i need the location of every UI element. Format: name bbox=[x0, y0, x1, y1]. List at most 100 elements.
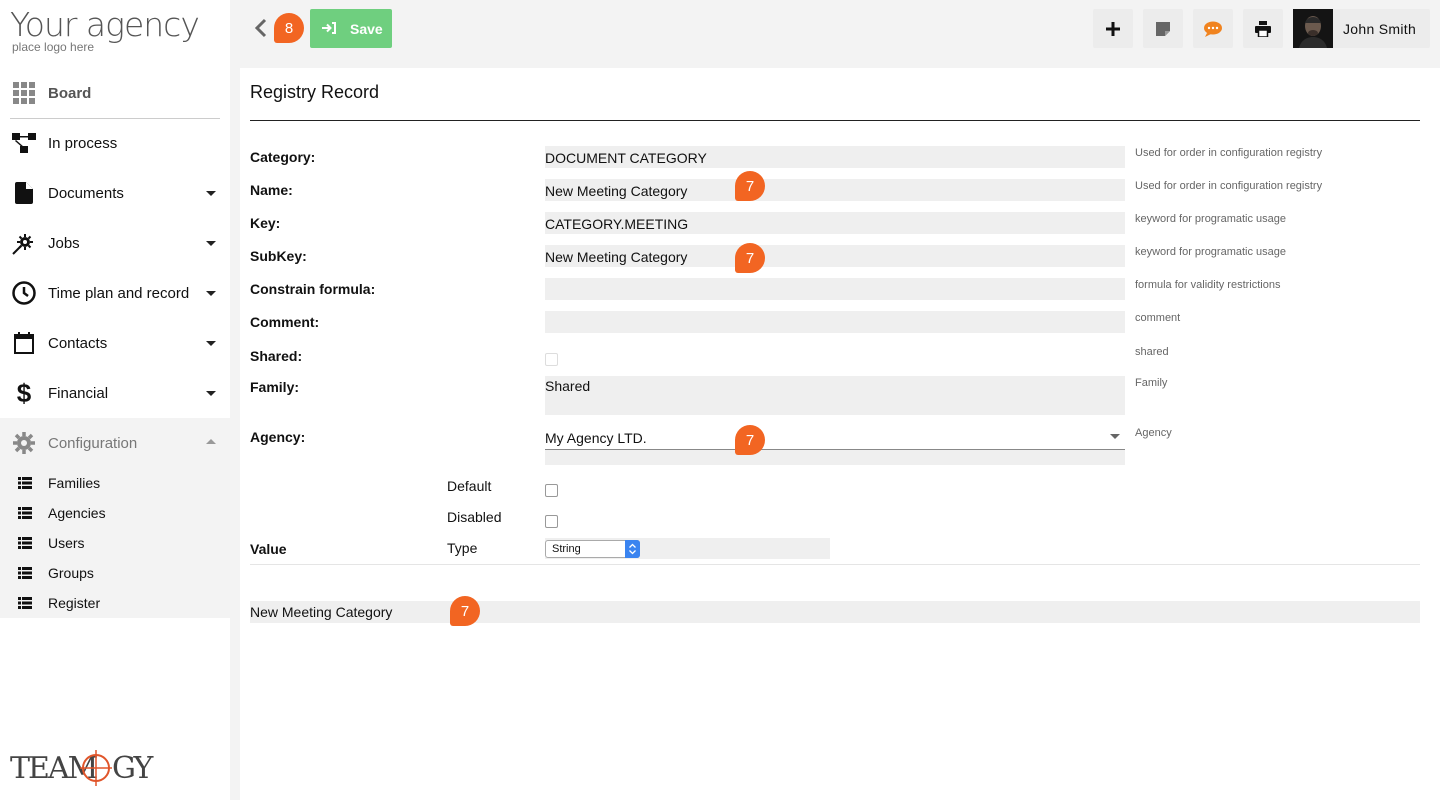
list-icon bbox=[18, 537, 32, 549]
save-label: Save bbox=[350, 20, 383, 37]
chevron-down-icon bbox=[206, 391, 216, 396]
agency-extra bbox=[545, 450, 1125, 465]
family-hint: Family bbox=[1135, 377, 1168, 389]
comment-hint: comment bbox=[1135, 312, 1181, 324]
list-icon bbox=[18, 567, 32, 579]
chevron-down-icon bbox=[1110, 434, 1120, 439]
list-icon bbox=[18, 597, 32, 609]
comment-field[interactable] bbox=[545, 311, 1125, 333]
nav-in-process-label: In process bbox=[48, 134, 118, 152]
nav-documents-label: Documents bbox=[48, 184, 124, 202]
chevron-down-icon bbox=[206, 241, 216, 246]
list-icon bbox=[18, 507, 32, 519]
shared-checkbox[interactable] bbox=[545, 353, 558, 366]
agency-label: Agency: bbox=[250, 429, 306, 445]
sign-in-icon bbox=[322, 21, 336, 37]
nav-jobs[interactable]: Jobs bbox=[0, 218, 230, 268]
nav-board-label: Board bbox=[48, 84, 92, 102]
subkey-hint: keyword for programatic usage bbox=[1135, 246, 1287, 258]
back-button[interactable] bbox=[254, 18, 268, 43]
type-select[interactable]: String bbox=[545, 540, 640, 558]
nav-documents[interactable]: Documents bbox=[0, 168, 230, 218]
sidebar-item-label: Groups bbox=[48, 565, 94, 581]
chat-icon bbox=[1204, 21, 1222, 37]
category-hint: Used for order in configuration registry bbox=[1135, 147, 1323, 159]
nav-divider bbox=[10, 118, 220, 119]
sidebar-item-users[interactable]: Users bbox=[0, 528, 230, 558]
nav-contacts[interactable]: Contacts bbox=[0, 318, 230, 368]
name-field[interactable]: New Meeting Category bbox=[545, 179, 1125, 201]
constrain-formula-field[interactable] bbox=[545, 278, 1125, 300]
sidebar-item-agencies[interactable]: Agencies bbox=[0, 498, 230, 528]
notification-badge: 8 bbox=[274, 13, 304, 43]
title-divider bbox=[250, 120, 1420, 121]
svg-text:GY: GY bbox=[112, 751, 154, 786]
agency-hint: Agency bbox=[1135, 427, 1172, 439]
disabled-checkbox[interactable] bbox=[545, 515, 558, 528]
user-menu[interactable]: John Smith bbox=[1293, 9, 1430, 48]
subkey-field[interactable]: New Meeting Category bbox=[545, 245, 1125, 267]
nav-contacts-label: Contacts bbox=[48, 334, 108, 352]
sidebar-item-families[interactable]: Families bbox=[0, 468, 230, 498]
sticky-note-icon bbox=[1156, 21, 1170, 36]
add-button[interactable] bbox=[1093, 9, 1133, 48]
annotation-badge: 7 bbox=[450, 596, 480, 626]
chevron-up-icon bbox=[206, 439, 216, 444]
family-field[interactable]: Shared bbox=[545, 376, 1125, 415]
sidebar-item-label: Register bbox=[48, 595, 101, 611]
key-field[interactable]: CATEGORY.MEETING bbox=[545, 212, 1125, 234]
comment-label: Comment: bbox=[250, 314, 320, 330]
dollar-icon: $ bbox=[16, 377, 32, 408]
plus-icon bbox=[1106, 21, 1120, 36]
disabled-label: Disabled bbox=[447, 509, 502, 525]
page-title: Registry Record bbox=[250, 82, 380, 102]
printer-icon bbox=[1255, 20, 1271, 37]
chat-button[interactable] bbox=[1193, 9, 1233, 48]
workflow-icon bbox=[12, 131, 36, 155]
category-label: Category: bbox=[250, 149, 316, 165]
name-label: Name: bbox=[250, 182, 293, 198]
shared-label: Shared: bbox=[250, 348, 303, 364]
sidebar-item-register[interactable]: Register bbox=[0, 588, 230, 618]
category-field[interactable]: DOCUMENT CATEGORY bbox=[545, 146, 1125, 168]
default-label: Default bbox=[447, 478, 492, 494]
nav-board[interactable]: Board bbox=[0, 68, 230, 118]
default-checkbox[interactable] bbox=[545, 484, 558, 497]
teamogy-logo: TEAM GY bbox=[10, 744, 160, 800]
constrain-formula-label: Constrain formula: bbox=[250, 281, 376, 297]
key-hint: keyword for programatic usage bbox=[1135, 213, 1287, 225]
nav-configuration[interactable]: Configuration bbox=[0, 418, 230, 468]
clock-icon bbox=[12, 281, 36, 305]
chevron-down-icon bbox=[206, 191, 216, 196]
sidebar-item-label: Agencies bbox=[48, 505, 106, 521]
select-arrows-icon bbox=[625, 540, 640, 558]
nav-time-plan[interactable]: Time plan and record bbox=[0, 268, 230, 318]
jobs-icon bbox=[12, 231, 36, 255]
sidebar-item-groups[interactable]: Groups bbox=[0, 558, 230, 588]
value-field[interactable]: New Meeting Category bbox=[250, 601, 1420, 623]
calendar-icon bbox=[12, 331, 36, 355]
annotation-badge: 7 bbox=[735, 425, 765, 455]
main-nav: Board In process Documents Jobs Time pla… bbox=[0, 68, 230, 618]
nav-configuration-label: Configuration bbox=[48, 434, 138, 452]
avatar bbox=[1293, 9, 1333, 48]
list-icon bbox=[18, 477, 32, 489]
value-label: Value bbox=[250, 541, 287, 557]
configuration-submenu: Families Agencies Users Groups Register bbox=[0, 468, 230, 618]
nav-financial-label: Financial bbox=[48, 384, 109, 402]
gear-icon bbox=[12, 431, 36, 455]
agency-logo[interactable]: Your agency place logo here bbox=[10, 6, 200, 55]
section-divider bbox=[250, 564, 1420, 565]
shared-hint: shared bbox=[1135, 346, 1169, 358]
sidebar: Your agency place logo here Board In pro… bbox=[0, 0, 230, 800]
sidebar-item-label: Families bbox=[48, 475, 101, 491]
note-button[interactable] bbox=[1143, 9, 1183, 48]
nav-in-process[interactable]: In process bbox=[0, 118, 230, 168]
sidebar-item-label: Users bbox=[48, 535, 85, 551]
print-button[interactable] bbox=[1243, 9, 1283, 48]
nav-financial[interactable]: $ Financial bbox=[0, 368, 230, 418]
save-button[interactable]: Save bbox=[310, 9, 392, 48]
type-label: Type bbox=[447, 540, 478, 556]
document-icon bbox=[12, 181, 36, 205]
agency-select[interactable]: My Agency LTD. bbox=[545, 426, 1125, 449]
